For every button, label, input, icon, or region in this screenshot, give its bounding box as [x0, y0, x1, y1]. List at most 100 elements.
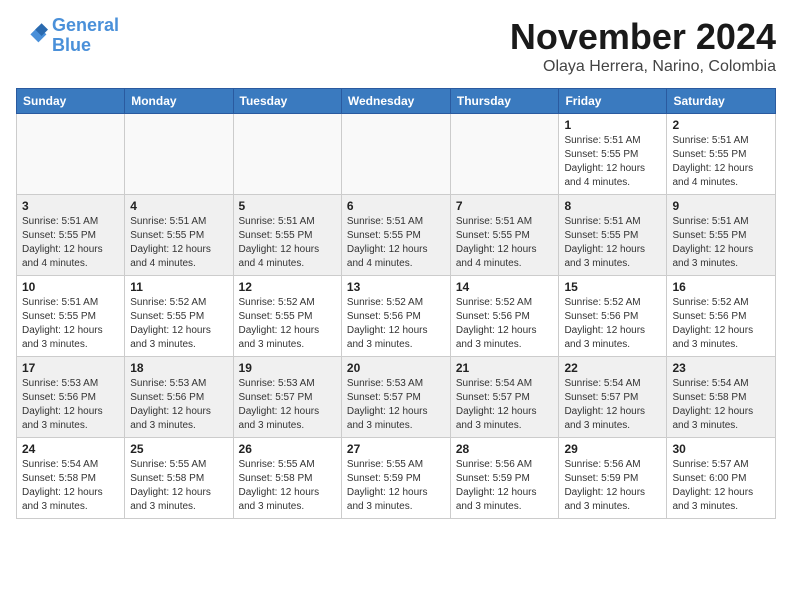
day-info: Sunrise: 5:54 AM Sunset: 5:57 PM Dayligh… — [456, 377, 554, 433]
calendar-day: 8 Sunrise: 5:51 AM Sunset: 5:55 PM Daylig… — [559, 195, 667, 276]
calendar-day: 11Sunrise: 5:52 AM Sunset: 5:55 PM Dayli… — [125, 276, 233, 357]
day-number: 21 — [456, 361, 554, 375]
day-number: 5 — [239, 199, 336, 213]
calendar-day — [125, 114, 233, 195]
calendar-day: 2 Sunrise: 5:51 AM Sunset: 5:55 PM Daylig… — [667, 114, 776, 195]
calendar-header-sunday: Sunday — [17, 89, 125, 114]
calendar-day: 28 Sunrise: 5:56 AM Sunset: 5:59 PM Dayli… — [450, 438, 559, 519]
logo-text: General Blue — [52, 16, 119, 56]
day-number: 2 — [672, 118, 770, 132]
calendar-day: 27 Sunrise: 5:55 AM Sunset: 5:59 PM Dayli… — [341, 438, 450, 519]
calendar-day: 20Sunrise: 5:53 AM Sunset: 5:57 PM Dayli… — [341, 357, 450, 438]
day-info: Sunrise: 5:54 AM Sunset: 5:58 PM Dayligh… — [22, 458, 119, 514]
calendar-day: 1 Sunrise: 5:51 AM Sunset: 5:55 PM Daylig… — [559, 114, 667, 195]
day-number: 8 — [564, 199, 661, 213]
calendar-day: 19 Sunrise: 5:53 AM Sunset: 5:57 PM Dayli… — [233, 357, 341, 438]
day-info: Sunrise: 5:53 AM Sunset: 5:57 PM Dayligh… — [347, 377, 445, 433]
day-number: 22 — [564, 361, 661, 375]
day-info: Sunrise: 5:51 AM Sunset: 5:55 PM Dayligh… — [22, 215, 119, 271]
day-number: 25 — [130, 442, 227, 456]
calendar-day: 3 Sunrise: 5:51 AM Sunset: 5:55 PM Daylig… — [17, 195, 125, 276]
calendar-day: 24 Sunrise: 5:54 AM Sunset: 5:58 PM Dayli… — [17, 438, 125, 519]
day-number: 18 — [130, 361, 227, 375]
calendar-header-wednesday: Wednesday — [341, 89, 450, 114]
day-info: Sunrise: 5:55 AM Sunset: 5:58 PM Dayligh… — [130, 458, 227, 514]
day-info: Sunrise: 5:51 AM Sunset: 5:55 PM Dayligh… — [672, 134, 770, 190]
calendar-day: 29 Sunrise: 5:56 AM Sunset: 5:59 PM Dayli… — [559, 438, 667, 519]
calendar-day: 26Sunrise: 5:55 AM Sunset: 5:58 PM Dayli… — [233, 438, 341, 519]
day-info: Sunrise: 5:52 AM Sunset: 5:55 PM Dayligh… — [239, 296, 336, 352]
calendar-day: 25 Sunrise: 5:55 AM Sunset: 5:58 PM Dayli… — [125, 438, 233, 519]
calendar-day: 13 Sunrise: 5:52 AM Sunset: 5:56 PM Dayli… — [341, 276, 450, 357]
calendar-day: 17Sunrise: 5:53 AM Sunset: 5:56 PM Dayli… — [17, 357, 125, 438]
calendar-day — [450, 114, 559, 195]
logo-icon — [16, 20, 48, 52]
calendar-header-monday: Monday — [125, 89, 233, 114]
day-number: 7 — [456, 199, 554, 213]
calendar-day: 15 Sunrise: 5:52 AM Sunset: 5:56 PM Dayli… — [559, 276, 667, 357]
day-info: Sunrise: 5:55 AM Sunset: 5:58 PM Dayligh… — [239, 458, 336, 514]
day-number: 14 — [456, 280, 554, 294]
title-block: November 2024 Olaya Herrera, Narino, Col… — [510, 16, 776, 76]
calendar-week-row: 17 Sunrise: 5:53 AM Sunset: 5:56 PM Dayli… — [17, 357, 776, 438]
day-number: 30 — [672, 442, 770, 456]
day-info: Sunrise: 5:51 AM Sunset: 5:55 PM Dayligh… — [456, 215, 554, 271]
day-info: Sunrise: 5:56 AM Sunset: 5:59 PM Dayligh… — [564, 458, 661, 514]
day-number: 1 — [564, 118, 661, 132]
calendar-week-row: 1 Sunrise: 5:51 AM Sunset: 5:55 PM Daylig… — [17, 114, 776, 195]
calendar-day: 16Sunrise: 5:52 AM Sunset: 5:56 PM Dayli… — [667, 276, 776, 357]
day-info: Sunrise: 5:57 AM Sunset: 6:00 PM Dayligh… — [672, 458, 770, 514]
day-number: 28 — [456, 442, 554, 456]
day-info: Sunrise: 5:52 AM Sunset: 5:56 PM Dayligh… — [672, 296, 770, 352]
day-number: 27 — [347, 442, 445, 456]
calendar-day: 7 Sunrise: 5:51 AM Sunset: 5:55 PM Daylig… — [450, 195, 559, 276]
logo: General Blue — [16, 16, 119, 56]
calendar-day: 6Sunrise: 5:51 AM Sunset: 5:55 PM Daylig… — [341, 195, 450, 276]
day-number: 19 — [239, 361, 336, 375]
month-title: November 2024 — [510, 16, 776, 58]
day-number: 13 — [347, 280, 445, 294]
calendar-week-row: 24 Sunrise: 5:54 AM Sunset: 5:58 PM Dayli… — [17, 438, 776, 519]
calendar-day — [17, 114, 125, 195]
day-number: 17 — [22, 361, 119, 375]
calendar-day: 21 Sunrise: 5:54 AM Sunset: 5:57 PM Dayli… — [450, 357, 559, 438]
page-header: General Blue November 2024 Olaya Herrera… — [16, 16, 776, 76]
day-number: 9 — [672, 199, 770, 213]
day-number: 10 — [22, 280, 119, 294]
day-info: Sunrise: 5:53 AM Sunset: 5:57 PM Dayligh… — [239, 377, 336, 433]
day-info: Sunrise: 5:51 AM Sunset: 5:55 PM Dayligh… — [672, 215, 770, 271]
calendar-day — [233, 114, 341, 195]
calendar-day — [341, 114, 450, 195]
calendar-day: 14Sunrise: 5:52 AM Sunset: 5:56 PM Dayli… — [450, 276, 559, 357]
day-info: Sunrise: 5:51 AM Sunset: 5:55 PM Dayligh… — [22, 296, 119, 352]
day-info: Sunrise: 5:52 AM Sunset: 5:55 PM Dayligh… — [130, 296, 227, 352]
day-info: Sunrise: 5:51 AM Sunset: 5:55 PM Dayligh… — [564, 134, 661, 190]
day-number: 4 — [130, 199, 227, 213]
calendar-day: 12Sunrise: 5:52 AM Sunset: 5:55 PM Dayli… — [233, 276, 341, 357]
day-info: Sunrise: 5:53 AM Sunset: 5:56 PM Dayligh… — [130, 377, 227, 433]
calendar-header-row: SundayMondayTuesdayWednesdayThursdayFrid… — [17, 89, 776, 114]
day-number: 6 — [347, 199, 445, 213]
day-number: 3 — [22, 199, 119, 213]
day-info: Sunrise: 5:56 AM Sunset: 5:59 PM Dayligh… — [456, 458, 554, 514]
calendar-header-friday: Friday — [559, 89, 667, 114]
day-info: Sunrise: 5:52 AM Sunset: 5:56 PM Dayligh… — [347, 296, 445, 352]
day-number: 23 — [672, 361, 770, 375]
day-number: 29 — [564, 442, 661, 456]
day-info: Sunrise: 5:54 AM Sunset: 5:57 PM Dayligh… — [564, 377, 661, 433]
day-number: 24 — [22, 442, 119, 456]
calendar-table: SundayMondayTuesdayWednesdayThursdayFrid… — [16, 88, 776, 519]
day-info: Sunrise: 5:55 AM Sunset: 5:59 PM Dayligh… — [347, 458, 445, 514]
calendar-header-tuesday: Tuesday — [233, 89, 341, 114]
location-subtitle: Olaya Herrera, Narino, Colombia — [510, 58, 776, 76]
calendar-day: 10 Sunrise: 5:51 AM Sunset: 5:55 PM Dayli… — [17, 276, 125, 357]
calendar-day: 18 Sunrise: 5:53 AM Sunset: 5:56 PM Dayli… — [125, 357, 233, 438]
calendar-day: 4Sunrise: 5:51 AM Sunset: 5:55 PM Daylig… — [125, 195, 233, 276]
calendar-week-row: 10 Sunrise: 5:51 AM Sunset: 5:55 PM Dayli… — [17, 276, 776, 357]
day-number: 15 — [564, 280, 661, 294]
day-info: Sunrise: 5:51 AM Sunset: 5:55 PM Dayligh… — [564, 215, 661, 271]
day-info: Sunrise: 5:54 AM Sunset: 5:58 PM Dayligh… — [672, 377, 770, 433]
day-info: Sunrise: 5:51 AM Sunset: 5:55 PM Dayligh… — [239, 215, 336, 271]
calendar-day: 23 Sunrise: 5:54 AM Sunset: 5:58 PM Dayli… — [667, 357, 776, 438]
day-info: Sunrise: 5:52 AM Sunset: 5:56 PM Dayligh… — [564, 296, 661, 352]
